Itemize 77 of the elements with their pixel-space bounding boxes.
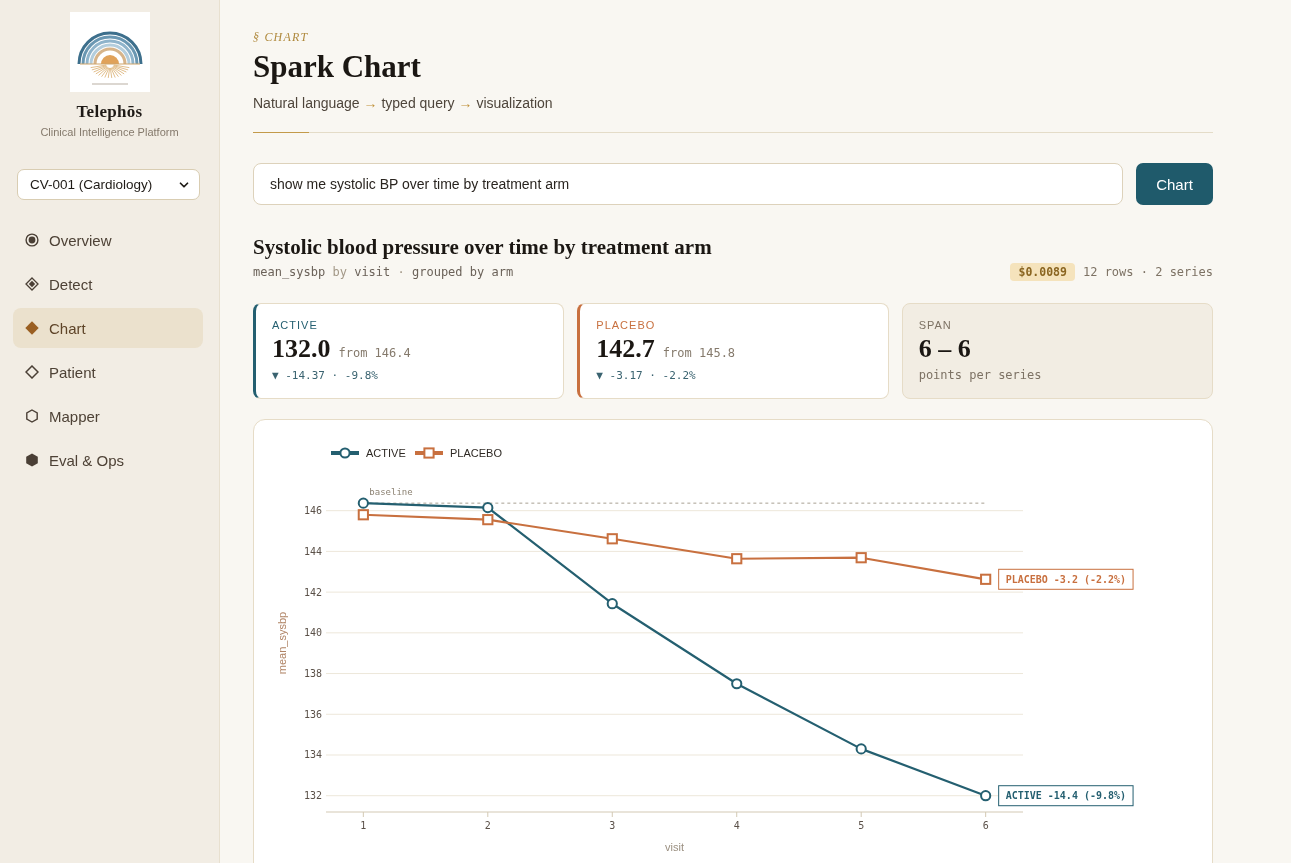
- x-axis-title: visit: [665, 841, 684, 853]
- y-tick-label: 142: [303, 586, 322, 598]
- series-end-label: ACTIVE -14.4 (-9.8%): [998, 785, 1134, 807]
- nav-label: Detect: [49, 275, 93, 293]
- x-tick-label: 2: [484, 820, 491, 831]
- query-input[interactable]: show me systolic BP over time by treatment arm: [253, 163, 1123, 205]
- x-tick-label: 5: [858, 820, 865, 831]
- annotation: ACTIVE -14.4 (-9.8%): [1005, 790, 1127, 802]
- diamond-icon: [25, 321, 39, 335]
- square-marker: [606, 533, 618, 545]
- y-tick-label: 144: [303, 545, 322, 557]
- nav-label: Mapper: [49, 407, 100, 425]
- square-marker: [731, 553, 743, 565]
- square-marker: [482, 514, 494, 526]
- y-axis-title: mean_sysbp: [276, 611, 288, 675]
- page-title: Spark Chart: [253, 49, 421, 85]
- circle-marker: [980, 790, 992, 802]
- x-tick-label: 1: [360, 820, 367, 831]
- metric-value: 6 – 6: [918, 335, 971, 363]
- chart-button[interactable]: Chart: [1136, 163, 1213, 205]
- metric-value: 142.7: [596, 335, 655, 363]
- fisheye-icon: [25, 233, 39, 247]
- circle-marker: [855, 743, 867, 755]
- query-summary: mean_sysbp by visit · grouped by arm: [253, 265, 514, 279]
- legend-label: ACTIVE: [366, 447, 406, 459]
- nav-label: Patient: [49, 363, 96, 381]
- nav-item[interactable]: Patient: [13, 352, 203, 392]
- square-marker: [855, 552, 867, 564]
- nav-label: Eval & Ops: [49, 451, 125, 469]
- x-tick-label: 4: [733, 820, 740, 831]
- study-select[interactable]: CV-001 (Cardiology): [17, 169, 200, 200]
- metric-label: PLACEBO: [596, 318, 656, 332]
- diamond-dot-icon: [25, 277, 39, 291]
- hexagon-outline-icon: [25, 409, 39, 423]
- logo-icon: [69, 12, 150, 92]
- x-tick-label: 6: [982, 820, 989, 831]
- y-tick-label: 140: [303, 627, 322, 639]
- brand-name: Telephōs: [76, 102, 143, 122]
- section-eyebrow: § CHART: [253, 30, 309, 44]
- circle-marker: [731, 678, 743, 690]
- circle-marker: [357, 497, 369, 509]
- baseline-label: baseline: [369, 487, 413, 498]
- nav-item[interactable]: Mapper: [13, 396, 203, 436]
- metric-value: 132.0: [272, 335, 331, 363]
- brand-tagline: Clinical Intelligence Platform: [40, 126, 179, 139]
- chart-title: Systolic blood pressure over time by treatment arm: [253, 235, 712, 259]
- metric-delta: ▼ -3.17 · -2.2%: [596, 369, 696, 383]
- diamond-outline-icon: [25, 365, 39, 379]
- y-tick-label: 132: [303, 790, 322, 802]
- y-tick-label: 134: [303, 749, 322, 761]
- y-tick-label: 136: [303, 708, 322, 720]
- nav-item[interactable]: Eval & Ops: [13, 440, 203, 480]
- metric-label: ACTIVE: [272, 318, 318, 332]
- metric-baseline: from 145.8: [662, 346, 736, 360]
- nav-item[interactable]: Chart: [13, 308, 203, 348]
- circle-marker: [606, 598, 618, 610]
- cost-badge: $0.0089: [1010, 263, 1075, 281]
- metric-caption: points per series: [918, 368, 1042, 382]
- hexagon-icon: [25, 453, 39, 467]
- circle-marker: [482, 502, 494, 514]
- square-marker: [357, 509, 369, 521]
- x-tick-label: 3: [609, 820, 616, 831]
- nav-label: Chart: [49, 319, 86, 337]
- metric-label: SPAN: [918, 318, 952, 332]
- page-subtitle: Natural language → typed query → visualization: [253, 94, 553, 112]
- legend-label: PLACEBO: [450, 447, 502, 459]
- result-stats: 12 rows · 2 series: [1082, 265, 1213, 279]
- square-marker: [980, 573, 992, 585]
- nav-label: Overview: [49, 231, 112, 249]
- series-end-label: PLACEBO -3.2 (-2.2%): [998, 568, 1134, 590]
- y-tick-label: 146: [303, 505, 322, 517]
- metric-baseline: from 146.4: [338, 346, 411, 360]
- metric-delta: ▼ -14.37 · -9.8%: [272, 369, 378, 383]
- nav-item[interactable]: Detect: [13, 264, 203, 304]
- nav-item[interactable]: Overview: [13, 220, 203, 260]
- annotation: PLACEBO -3.2 (-2.2%): [1005, 573, 1127, 585]
- y-tick-label: 138: [303, 668, 322, 680]
